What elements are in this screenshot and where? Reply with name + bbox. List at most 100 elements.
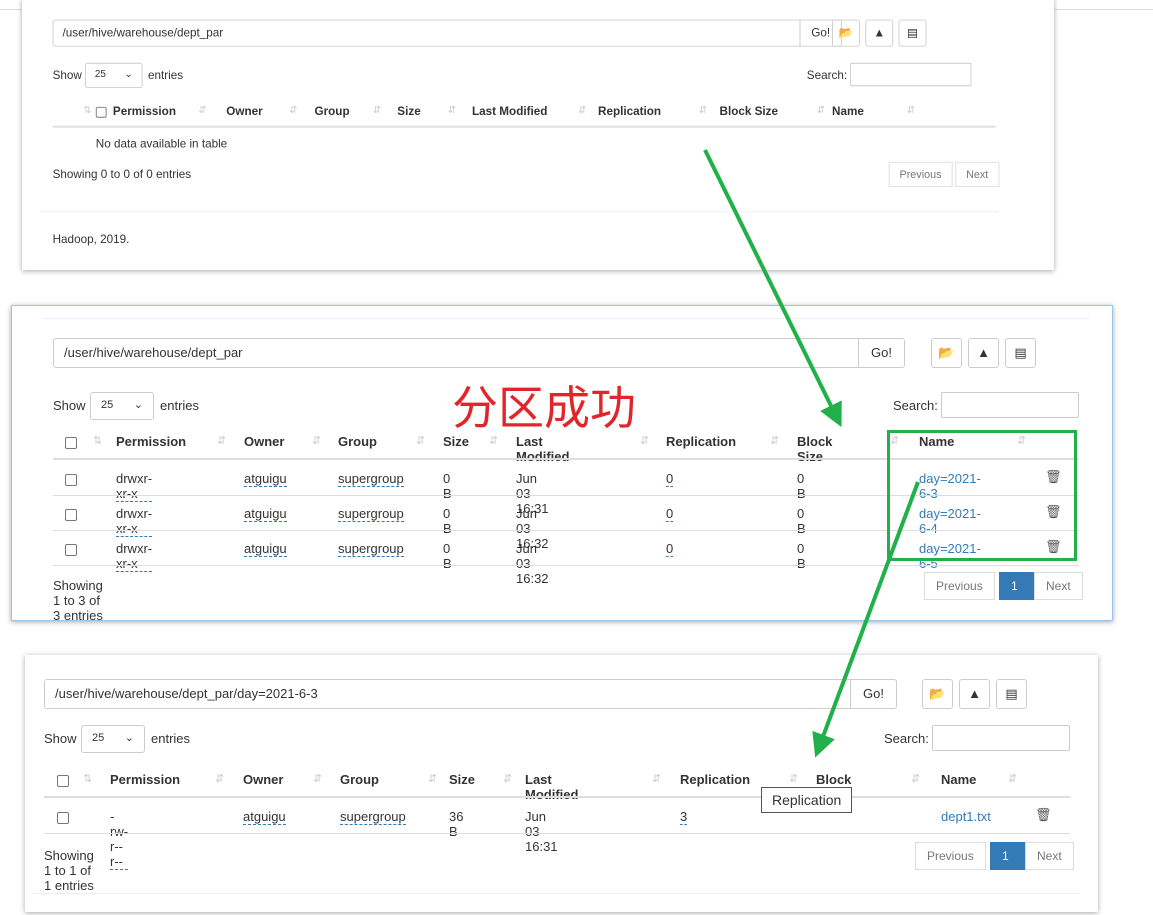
column-header-block-size[interactable]: Block Size — [720, 104, 779, 118]
search-input[interactable] — [941, 392, 1079, 418]
column-header-group[interactable]: Group — [338, 434, 377, 449]
sort-icon[interactable]: ⇵ — [198, 104, 206, 116]
column-header-replication[interactable]: Replication — [666, 434, 736, 449]
sort-icon[interactable]: ⇵ — [215, 772, 224, 785]
column-header-permission[interactable]: Permission — [116, 434, 186, 449]
upload-button[interactable]: ▲ — [968, 338, 999, 368]
select-all-checkbox[interactable] — [65, 437, 77, 449]
list-button[interactable]: ▤ — [898, 19, 927, 47]
column-header-permission[interactable]: Permission — [110, 772, 180, 787]
sort-icon[interactable]: ⇵ — [578, 104, 586, 116]
column-header-last-modified[interactable]: Last Modified — [472, 104, 547, 118]
previous-button[interactable]: Previous — [915, 842, 986, 870]
column-header-size[interactable]: Size — [449, 772, 475, 787]
sort-icon[interactable]: ⇵ — [652, 772, 661, 785]
page-1-button[interactable]: 1 — [990, 842, 1025, 870]
upload-icon: ▲ — [977, 345, 990, 360]
column-header-group[interactable]: Group — [315, 104, 350, 118]
sort-icon[interactable]: ⇵ — [416, 434, 425, 447]
cell-group[interactable]: supergroup — [340, 809, 406, 825]
path-input[interactable]: /user/hive/warehouse/dept_par/day=2021-6… — [44, 679, 851, 709]
sort-icon[interactable]: ⇵ — [770, 434, 779, 447]
search-input[interactable] — [850, 62, 972, 87]
sort-icon[interactable]: ⇵ — [448, 104, 456, 116]
sort-icon[interactable]: ⇵ — [313, 772, 322, 785]
folder-open-icon: 📂 — [929, 686, 946, 701]
trash-icon[interactable]: 🗑 — [1035, 807, 1052, 823]
sort-icon[interactable]: ⇵ — [289, 104, 297, 116]
column-header-size[interactable]: Size — [397, 104, 420, 118]
search-input[interactable] — [932, 725, 1070, 751]
row-checkbox[interactable] — [65, 544, 77, 556]
path-input[interactable]: /user/hive/warehouse/dept_par — [52, 19, 801, 47]
cell-permission[interactable]: drwxr-xr-x — [116, 506, 153, 537]
next-button[interactable]: Next — [955, 161, 1000, 187]
sort-icon[interactable]: ⇅ — [83, 104, 91, 116]
sort-icon[interactable]: ⇵ — [312, 434, 321, 447]
select-all-checkbox[interactable] — [95, 106, 107, 118]
cell-owner[interactable]: atguigu — [244, 506, 287, 522]
folder-open-button[interactable]: 📂 — [931, 338, 962, 368]
go-button[interactable]: Go! — [858, 338, 905, 368]
page-size-select[interactable]: 25 ⌄ — [85, 62, 143, 88]
folder-open-icon: 📂 — [838, 25, 854, 40]
folder-open-button[interactable]: 📂 — [832, 19, 860, 47]
column-header-replication[interactable]: Replication — [680, 772, 750, 787]
cell-permission[interactable]: drwxr-xr-x — [116, 541, 153, 572]
row-checkbox[interactable] — [65, 474, 77, 486]
page-size-select[interactable]: 25 ⌄ — [81, 725, 145, 753]
cell-group[interactable]: supergroup — [338, 506, 404, 522]
column-header-permission[interactable]: Permission — [113, 104, 176, 118]
select-all-checkbox[interactable] — [57, 775, 69, 787]
next-button[interactable]: Next — [1025, 842, 1074, 870]
column-header-group[interactable]: Group — [340, 772, 379, 787]
column-header-owner[interactable]: Owner — [243, 772, 283, 787]
cell-permission[interactable]: -rw-r--r-- — [110, 809, 129, 870]
column-header-owner[interactable]: Owner — [244, 434, 284, 449]
cell-owner[interactable]: atguigu — [243, 809, 286, 825]
cell-name[interactable]: dept1.txt — [941, 809, 991, 824]
sort-icon[interactable]: ⇵ — [1008, 772, 1017, 785]
next-button[interactable]: Next — [1034, 572, 1083, 600]
sort-icon[interactable]: ⇵ — [817, 104, 825, 116]
cell-group[interactable]: supergroup — [338, 541, 404, 557]
sort-icon[interactable]: ⇅ — [93, 434, 102, 447]
cell-group[interactable]: supergroup — [338, 471, 404, 487]
row-checkbox[interactable] — [65, 509, 77, 521]
cell-replication[interactable]: 0 — [666, 471, 674, 487]
path-input[interactable]: /user/hive/warehouse/dept_par — [53, 338, 859, 368]
upload-button[interactable]: ▲ — [959, 679, 990, 709]
sort-icon[interactable]: ⇵ — [911, 772, 920, 785]
sort-icon[interactable]: ⇵ — [640, 434, 649, 447]
cell-modified: Jun 03 16:32 — [516, 541, 549, 586]
folder-open-button[interactable]: 📂 — [922, 679, 953, 709]
cell-replication[interactable]: 0 — [666, 541, 674, 557]
list-button[interactable]: ▤ — [1005, 338, 1036, 368]
sort-icon[interactable]: ⇵ — [789, 772, 798, 785]
cell-owner[interactable]: atguigu — [244, 541, 287, 557]
column-header-name[interactable]: Name — [941, 772, 976, 787]
column-header-owner[interactable]: Owner — [226, 104, 262, 118]
previous-button[interactable]: Previous — [888, 161, 953, 187]
sort-icon[interactable]: ⇵ — [217, 434, 226, 447]
page-size-select[interactable]: 25 ⌄ — [90, 392, 154, 420]
go-button[interactable]: Go! — [850, 679, 897, 709]
column-header-name[interactable]: Name — [832, 104, 864, 118]
page-1-button[interactable]: 1 — [999, 572, 1034, 600]
sort-icon[interactable]: ⇅ — [83, 772, 92, 785]
previous-button[interactable]: Previous — [924, 572, 995, 600]
list-button[interactable]: ▤ — [996, 679, 1027, 709]
panel-before: /user/hive/warehouse/dept_par Go! 📂 ▲ ▤ Show 2… — [22, 0, 1054, 270]
sort-icon[interactable]: ⇵ — [907, 104, 915, 116]
row-checkbox[interactable] — [57, 812, 69, 824]
sort-icon[interactable]: ⇵ — [373, 104, 381, 116]
upload-button[interactable]: ▲ — [865, 19, 894, 47]
cell-owner[interactable]: atguigu — [244, 471, 287, 487]
cell-replication[interactable]: 3 — [680, 809, 688, 825]
column-header-replication[interactable]: Replication — [598, 104, 661, 118]
sort-icon[interactable]: ⇵ — [503, 772, 512, 785]
cell-permission[interactable]: drwxr-xr-x — [116, 471, 153, 502]
cell-replication[interactable]: 0 — [666, 506, 674, 522]
sort-icon[interactable]: ⇵ — [699, 104, 707, 116]
sort-icon[interactable]: ⇵ — [428, 772, 437, 785]
